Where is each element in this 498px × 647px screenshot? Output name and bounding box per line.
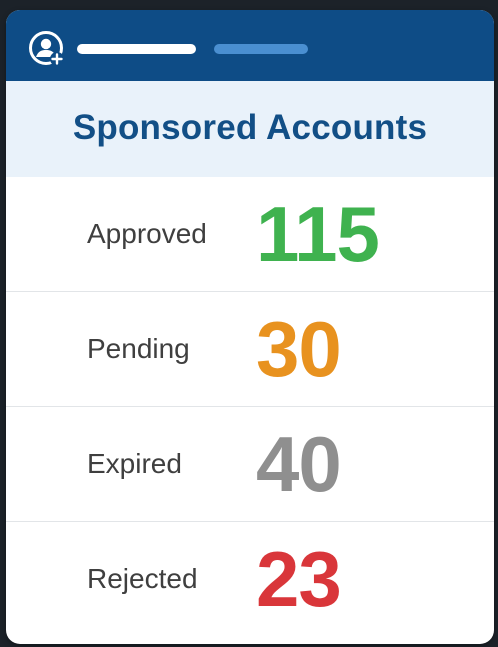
stat-value-rejected: 23 xyxy=(256,535,342,623)
stat-value-expired: 40 xyxy=(256,420,342,508)
title-band: Sponsored Accounts xyxy=(6,81,494,177)
stat-row-expired: Expired 40 xyxy=(6,407,494,522)
header-placeholder-bar-secondary xyxy=(214,44,308,54)
stat-row-rejected: Rejected 23 xyxy=(6,522,494,636)
stat-label: Rejected xyxy=(87,563,198,594)
stat-row-pending: Pending 30 xyxy=(6,292,494,407)
sponsored-accounts-card: Sponsored Accounts Approved 115 Pending … xyxy=(6,10,494,644)
stats-list: Approved 115 Pending 30 Expired 40 Rejec… xyxy=(6,177,494,636)
stat-label: Pending xyxy=(87,333,190,364)
user-add-icon[interactable] xyxy=(28,30,66,68)
stat-label: Approved xyxy=(87,218,207,249)
stat-label: Expired xyxy=(87,448,182,479)
stat-value-pending: 30 xyxy=(256,305,342,393)
top-bar xyxy=(6,10,494,81)
stat-row-approved: Approved 115 xyxy=(6,177,494,292)
stat-value-approved: 115 xyxy=(256,190,380,278)
header-placeholder-bar-primary xyxy=(77,44,196,54)
card-title: Sponsored Accounts xyxy=(72,108,428,147)
